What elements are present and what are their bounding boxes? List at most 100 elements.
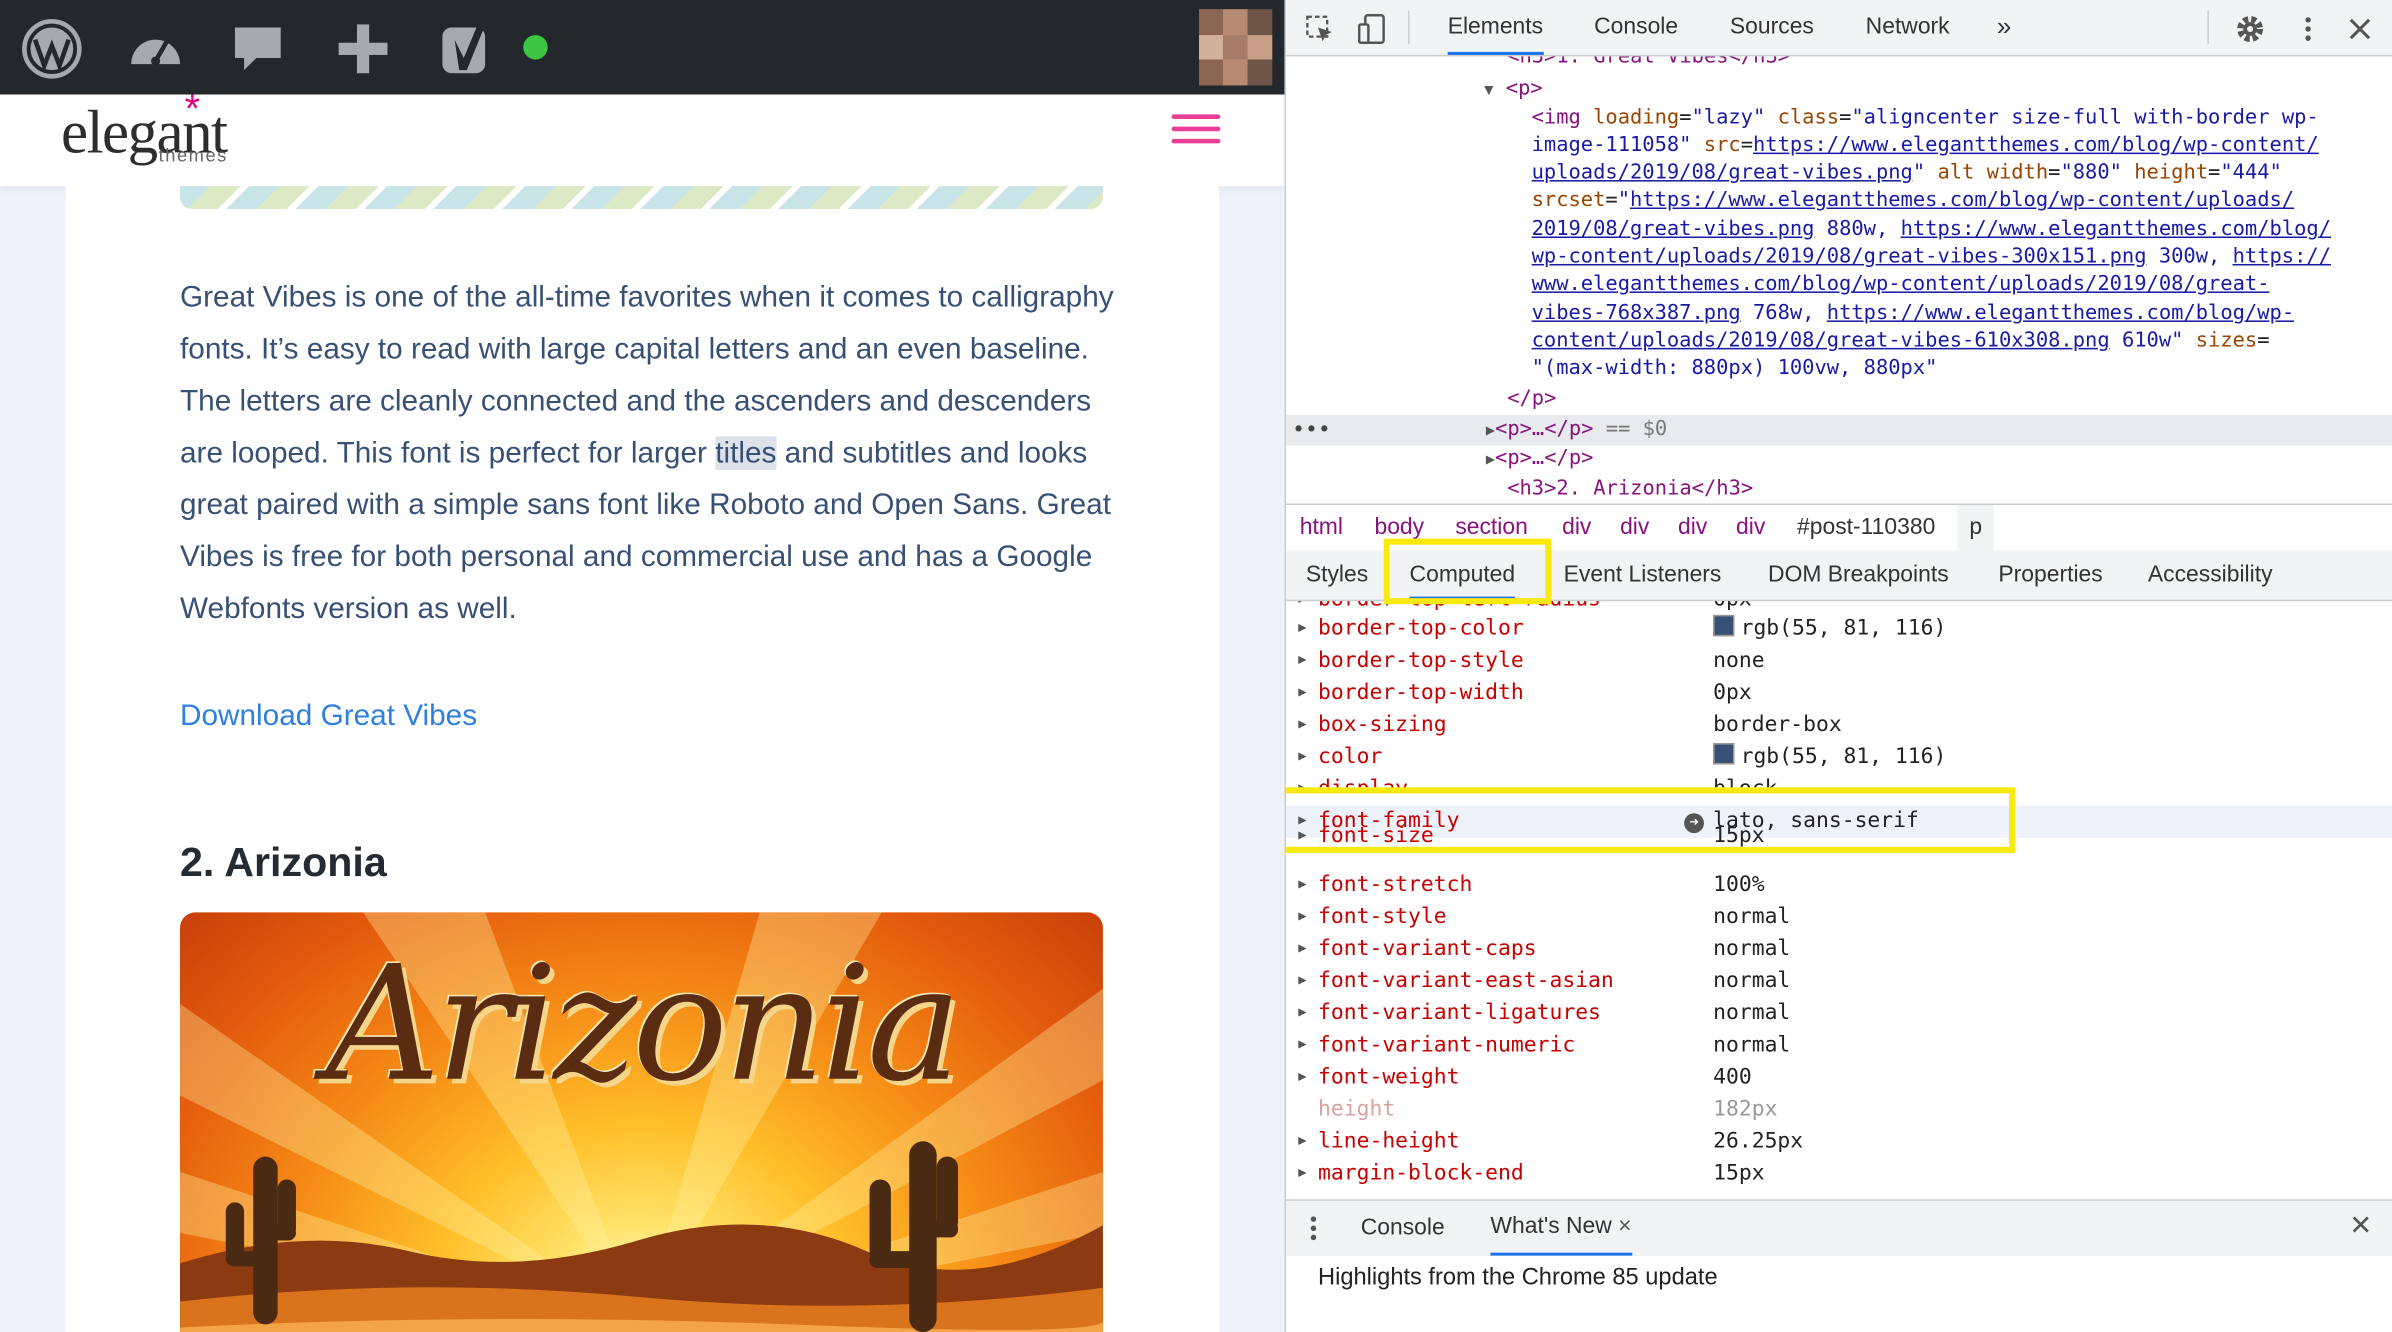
close-drawer-icon[interactable]: ✕ [2349, 1210, 2372, 1242]
computed-row-display[interactable]: ▶displayblock [1286, 774, 2392, 788]
dom-img-line-4[interactable]: srcset="https://www.elegantthemes.com/bl… [1532, 188, 2295, 216]
expand-triangle-icon[interactable]: ▶ [1298, 1126, 1306, 1158]
drawer-menu-icon[interactable] [1307, 1213, 1319, 1244]
dashboard-gauge-icon[interactable] [125, 18, 186, 79]
computed-row-margin-block-end[interactable]: ▶ margin-block-end 15px [1286, 1158, 2392, 1190]
expand-triangle-icon[interactable]: ▶ [1298, 902, 1306, 934]
color-swatch[interactable] [1713, 743, 1735, 765]
dom-img-line-5[interactable]: 2019/08/great-vibes.png 880w, https://ww… [1532, 217, 2331, 245]
inspect-element-icon[interactable] [1304, 14, 1335, 45]
dom-img-line-10[interactable]: "(max-width: 880px) 100vw, 880px" [1532, 356, 1938, 384]
computed-row-font-variant-caps[interactable]: ▶ font-variant-caps normal [1286, 934, 2392, 966]
computed-row-font-size[interactable]: ▶ font-size 15px [1286, 824, 2392, 853]
expand-triangle-icon[interactable]: ▶ [1298, 709, 1306, 741]
expand-triangle-icon[interactable]: ▶ [1298, 966, 1306, 998]
add-new-plus-icon[interactable] [333, 18, 394, 79]
download-great-vibes-link[interactable]: Download Great Vibes [180, 699, 477, 734]
subtab-accessibility[interactable]: Accessibility [2148, 551, 2273, 600]
expand-triangle-icon[interactable]: ▶ [1298, 645, 1306, 677]
subtab-dom-breakpoints[interactable]: DOM Breakpoints [1768, 551, 1949, 600]
dom-img-line-8[interactable]: vibes-768x387.png 768w, https://www.eleg… [1532, 301, 2295, 329]
dom-h3-next[interactable]: <h3>2. Arizonia</h3> [1507, 476, 1753, 502]
dom-tree[interactable]: <h3>1. Great Vibes</h3> ▼ <p> <img loadi… [1285, 56, 2392, 502]
expand-triangle-icon[interactable]: ▶ [1298, 998, 1306, 1030]
whats-new-headline[interactable]: Highlights from the Chrome 85 update [1318, 1265, 1718, 1292]
dom-h3-prev[interactable]: <h3>1. Great Vibes</h3> [1507, 56, 1790, 72]
expand-triangle-icon[interactable]: ▶ [1298, 934, 1306, 966]
computed-row-font-stretch[interactable]: ▶ font-stretch 100% [1286, 870, 2392, 902]
more-tabs-chevron-icon[interactable]: » [1997, 0, 2011, 55]
dom-img-line-3[interactable]: uploads/2019/08/great-vibes.png" alt wid… [1532, 160, 2282, 188]
dom-selected-row[interactable] [1285, 415, 2392, 446]
dom-img-line-1[interactable]: <img loading="lazy" class="aligncenter s… [1532, 105, 2319, 133]
go-to-source-arrow-icon[interactable]: ➜ [1684, 813, 1704, 834]
collapsed-triangle-icon[interactable]: ▶ [1486, 423, 1495, 440]
expand-triangle-icon[interactable]: ▶ [1298, 742, 1306, 774]
computed-row-font-family[interactable]: ▶ font-family ➜ lato, sans-serif [1285, 805, 2392, 838]
computed-row-font-variant-east-asian[interactable]: ▶ font-variant-east-asian normal [1286, 966, 2392, 998]
dom-img-line-9[interactable]: content/uploads/2019/08/great-vibes-610x… [1532, 328, 2270, 356]
hamburger-menu-icon[interactable] [1171, 110, 1221, 150]
crumb-post-id[interactable]: #post-110380 [1797, 505, 1935, 551]
kebab-menu-icon[interactable] [2293, 14, 2324, 45]
drawer-tab-console[interactable]: Console [1361, 1201, 1445, 1256]
expand-triangle-icon[interactable]: ▶ [1298, 774, 1306, 787]
expand-triangle-icon[interactable]: ▶ [1298, 613, 1306, 645]
dom-p-selected[interactable]: ▶<p>…</p> == $0 [1486, 417, 1667, 446]
crumb-div-2[interactable]: div [1620, 505, 1649, 551]
close-tab-icon[interactable]: × [1618, 1213, 1631, 1239]
computed-row-border-top-color[interactable]: ▶ border-top-color rgb(55, 81, 116) [1286, 613, 2392, 645]
expand-triangle-icon[interactable]: ▶ [1298, 1062, 1306, 1094]
dom-img-line-2[interactable]: image-111058" src=https://www.elegantthe… [1532, 133, 2319, 161]
dom-row-options-icon[interactable]: ••• [1292, 417, 1331, 445]
tab-console[interactable]: Console [1594, 0, 1678, 55]
computed-row-box-sizing[interactable]: ▶ box-sizing border-box [1286, 709, 2392, 741]
dom-p-open[interactable]: ▼ <p> [1484, 76, 1542, 105]
computed-row-font-variant-numeric[interactable]: ▶ font-variant-numeric normal [1286, 1030, 2392, 1062]
yoast-seo-icon[interactable] [436, 18, 497, 79]
crumb-body[interactable]: body [1374, 505, 1424, 551]
computed-row-height[interactable]: height 182px [1286, 1094, 2392, 1126]
tab-sources[interactable]: Sources [1730, 0, 1814, 55]
wordpress-icon[interactable] [21, 18, 82, 79]
expand-triangle-icon[interactable]: ▶ [1298, 677, 1306, 709]
crumb-p[interactable]: p [1957, 505, 1995, 551]
drawer-tab-whats-new[interactable]: What's New × [1490, 1201, 1632, 1256]
collapsed-triangle-icon[interactable]: ▶ [1486, 452, 1495, 469]
computed-row-font-variant-ligatures[interactable]: ▶ font-variant-ligatures normal [1286, 998, 2392, 1030]
dom-img-line-7[interactable]: www.elegantthemes.com/blog/wp-content/up… [1532, 272, 2270, 300]
tab-elements[interactable]: Elements [1447, 0, 1544, 55]
expand-triangle-icon[interactable]: ▶ [1298, 1158, 1306, 1190]
expanded-triangle-icon[interactable]: ▼ [1484, 82, 1493, 99]
computed-row-color[interactable]: ▶ color rgb(55, 81, 116) [1286, 742, 2392, 774]
settings-gear-icon[interactable] [2235, 14, 2266, 45]
dom-p-close[interactable]: </p> [1507, 386, 1556, 414]
expand-triangle-icon[interactable]: ▶ [1298, 821, 1306, 853]
subtab-computed[interactable]: Computed [1409, 551, 1516, 600]
subtab-event-listeners[interactable]: Event Listeners [1564, 551, 1722, 600]
crumb-html[interactable]: html [1300, 505, 1343, 551]
computed-row-border-top-style[interactable]: ▶ border-top-style none [1286, 645, 2392, 677]
expand-triangle-icon[interactable]: ▶ [1298, 870, 1306, 902]
user-avatar[interactable] [1199, 9, 1273, 86]
computed-row-border-top-width[interactable]: ▶ border-top-width 0px [1286, 677, 2392, 709]
crumb-section[interactable]: section [1455, 505, 1528, 551]
computed-row-font-style[interactable]: ▶ font-style normal [1286, 902, 2392, 934]
crumb-div-3[interactable]: div [1678, 505, 1707, 551]
dom-p-next[interactable]: ▶<p>…</p> [1486, 446, 1594, 475]
expand-triangle-icon[interactable]: ▶ [1298, 1030, 1306, 1062]
dom-img-line-6[interactable]: wp-content/uploads/2019/08/great-vibes-3… [1532, 244, 2331, 272]
tab-network[interactable]: Network [1866, 0, 1950, 55]
close-devtools-icon[interactable] [2345, 14, 2376, 45]
device-toolbar-icon[interactable] [1356, 14, 1387, 45]
crumb-div-1[interactable]: div [1562, 505, 1591, 551]
computed-row-font-weight[interactable]: ▶ font-weight 400 [1286, 1062, 2392, 1094]
subtab-properties[interactable]: Properties [1998, 551, 2102, 600]
computed-properties-list[interactable]: ▶border-top-left-radius0px ▶border-top-c… [1285, 601, 2392, 1199]
subtab-styles[interactable]: Styles [1306, 551, 1368, 600]
comments-icon[interactable] [229, 18, 290, 79]
wp-admin-bar [0, 0, 1285, 95]
crumb-div-4[interactable]: div [1736, 505, 1765, 551]
computed-row-line-height[interactable]: ▶ line-height 26.25px [1286, 1126, 2392, 1158]
color-swatch[interactable] [1713, 614, 1735, 637]
